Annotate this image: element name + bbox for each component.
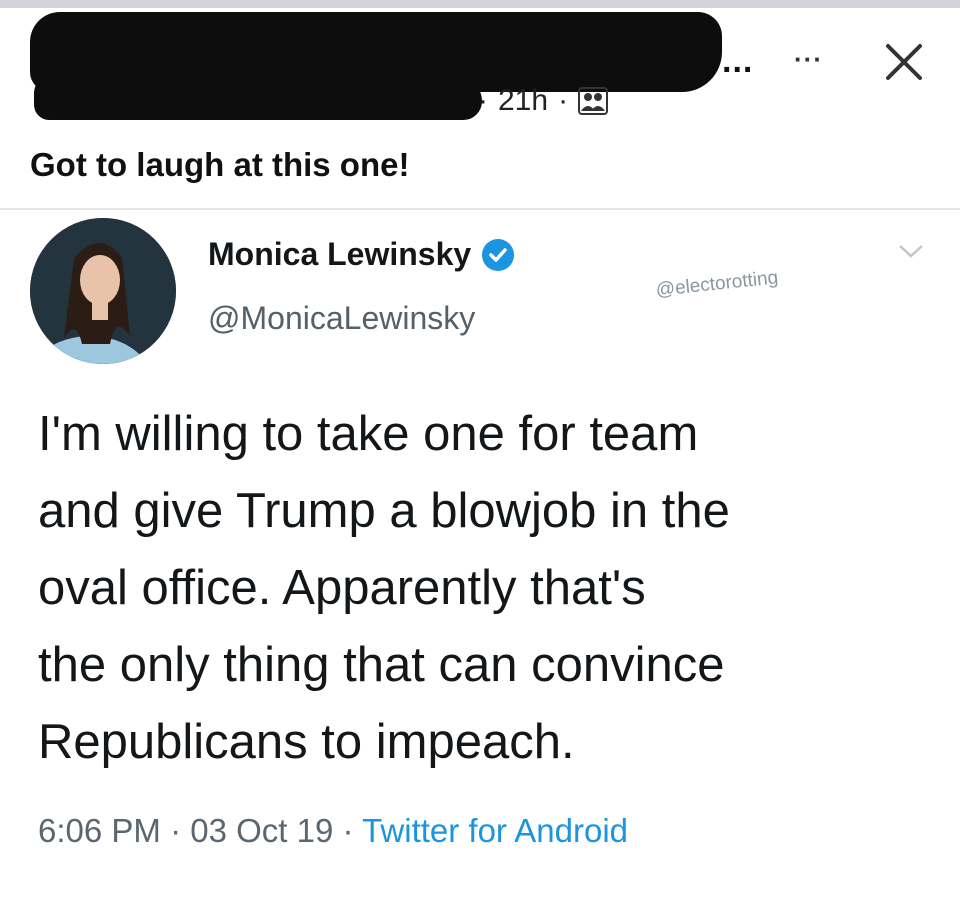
chevron-down-icon[interactable]	[896, 240, 926, 262]
tweet-text: I'm willing to take one for team and giv…	[38, 396, 938, 781]
tweet-text-line: I'm willing to take one for team	[38, 407, 699, 461]
friends-audience-icon[interactable]	[578, 87, 609, 115]
tweet-text-line: and give Trump a blowjob in the	[38, 484, 730, 538]
tweet-author: Monica Lewinsky	[208, 236, 515, 273]
watermark-text: @electorotting	[654, 267, 780, 301]
tweet-text-line: Republicans to impeach.	[38, 715, 575, 769]
verified-badge-icon	[481, 238, 515, 272]
post-meta: · 21h ·	[478, 84, 609, 118]
tweet-date: 03 Oct 19	[190, 812, 334, 849]
divider	[0, 208, 960, 210]
avatar[interactable]	[30, 218, 176, 364]
top-status-bar	[0, 0, 960, 8]
post-caption: Got to laugh at this one!	[30, 146, 410, 183]
tweet-source-link[interactable]: Twitter for Android	[362, 812, 628, 849]
tweet-handle[interactable]: @MonicaLewinsky	[208, 300, 475, 337]
tweet-text-line: the only thing that can convince	[38, 638, 725, 692]
poster-name-ellipsis[interactable]: ...	[722, 42, 753, 81]
close-icon[interactable]	[876, 34, 932, 90]
tweet-text-line: oval office. Apparently that's	[38, 561, 646, 615]
post-separator: ·	[478, 84, 488, 117]
redacted-poster-info	[34, 76, 482, 120]
post-separator: ·	[558, 84, 569, 117]
footer-separator: ·	[333, 812, 363, 849]
post-time[interactable]: 21h	[498, 84, 548, 118]
more-dots-icon[interactable]: ···	[794, 44, 823, 75]
footer-separator: ·	[160, 812, 191, 849]
tweet-time: 6:06 PM	[38, 812, 161, 849]
tweet-display-name[interactable]: Monica Lewinsky	[208, 236, 471, 273]
tweet-footer: 6:06 PM · 03 Oct 19 · Twitter for Androi…	[38, 812, 628, 850]
